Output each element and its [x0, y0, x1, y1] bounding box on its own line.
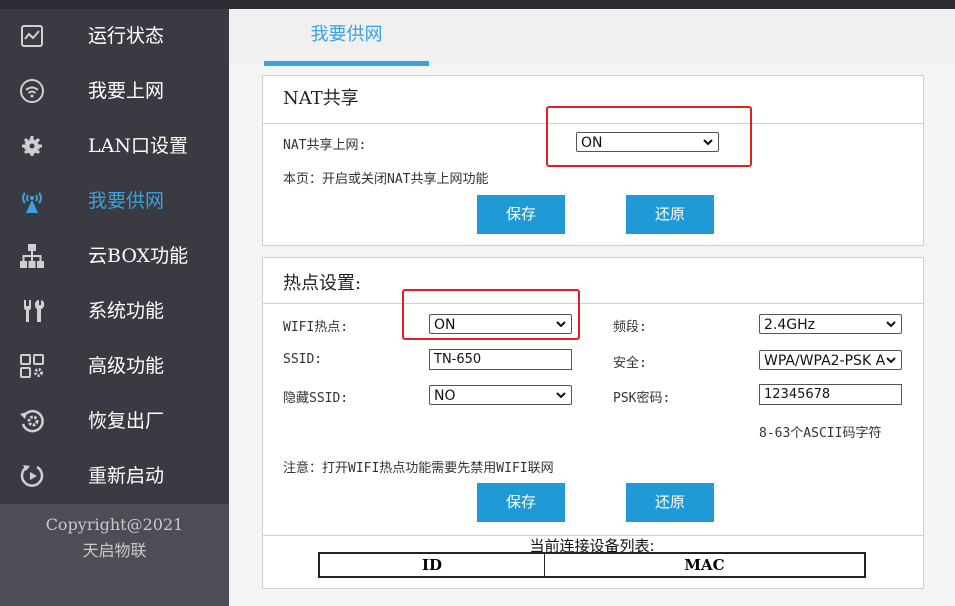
hide-ssid-select[interactable]: NO — [429, 385, 572, 405]
tab-provide-network[interactable]: 我要供网 — [264, 9, 429, 66]
security-label: 安全: — [613, 356, 647, 371]
sidebar-item-label: 恢复出厂 — [88, 410, 165, 432]
chart-screen-icon — [18, 22, 46, 50]
psk-hint: 8-63个ASCII码字符 — [759, 426, 882, 441]
security-select[interactable]: WPA/WPA2-PSK A — [759, 350, 902, 370]
psk-input[interactable]: 12345678 — [759, 384, 902, 405]
sidebar-item-label: 重新启动 — [88, 465, 165, 487]
nat-card-title: NAT共享 — [283, 88, 359, 109]
security-value: WPA/WPA2-PSK A — [764, 353, 886, 369]
nat-share-label: NAT共享上网: — [283, 138, 367, 153]
chevron-down-icon — [886, 321, 896, 328]
network-tree-icon — [18, 242, 46, 270]
sidebar-item-factory-reset[interactable]: 恢复出厂 — [0, 394, 229, 449]
nat-reset-button[interactable]: 还原 — [626, 195, 714, 234]
nat-save-button[interactable]: 保存 — [477, 195, 565, 234]
chevron-down-icon — [556, 392, 566, 399]
gear-icon — [18, 132, 46, 160]
ssid-label: SSID: — [283, 352, 323, 367]
sidebar-item-lan[interactable]: LAN口设置 — [0, 119, 229, 174]
sidebar-item-restart[interactable]: 重新启动 — [0, 449, 229, 504]
table-header-row: ID MAC — [318, 552, 866, 578]
restore-icon — [18, 407, 46, 435]
hide-ssid-value: NO — [434, 388, 456, 404]
column-header-mac: MAC — [544, 552, 866, 578]
device-table: ID MAC — [318, 552, 866, 578]
top-bar — [0, 0, 955, 9]
sidebar-item-label: 我要供网 — [88, 190, 165, 212]
sidebar-item-label: 高级功能 — [88, 355, 165, 377]
sidebar-item-status[interactable]: 运行状态 — [0, 9, 229, 64]
copyright-line: Copyright@2021 — [45, 515, 184, 534]
band-value: 2.4GHz — [764, 317, 815, 333]
sidebar-item-internet[interactable]: 我要上网 — [0, 64, 229, 119]
sidebar-item-cloud-box[interactable]: 云BOX功能 — [0, 229, 229, 284]
nat-description: 本页：开启或关闭NAT共享上网功能 — [283, 172, 489, 187]
hide-ssid-label: 隐藏SSID: — [283, 391, 349, 406]
copyright: Copyright@2021 天启物联 — [0, 504, 229, 606]
divider — [263, 303, 923, 304]
sidebar-item-advanced[interactable]: 高级功能 — [0, 339, 229, 394]
sidebar-item-system[interactable]: 系统功能 — [0, 284, 229, 339]
wifi-hotspot-label: WIFI热点: — [283, 320, 349, 335]
hotspot-save-button[interactable]: 保存 — [477, 483, 565, 522]
sidebar: 运行状态 我要上网 LAN口设置 我要供网 云BOX功能 系统功能 高级功能 恢… — [0, 9, 229, 606]
sidebar-item-label: LAN口设置 — [88, 135, 188, 157]
broadcast-antenna-icon — [18, 187, 46, 215]
sidebar-nav: 运行状态 我要上网 LAN口设置 我要供网 云BOX功能 系统功能 高级功能 恢… — [0, 9, 229, 504]
hotspot-reset-button[interactable]: 还原 — [626, 483, 714, 522]
sidebar-item-provide-network[interactable]: 我要供网 — [0, 174, 229, 229]
psk-label: PSK密码: — [613, 391, 671, 406]
copyright-company: 天启物联 — [82, 541, 147, 560]
tools-icon — [18, 297, 46, 325]
wifi-icon — [18, 77, 46, 105]
sidebar-item-label: 云BOX功能 — [88, 245, 189, 267]
ssid-input[interactable]: TN-650 — [429, 349, 572, 370]
sidebar-item-label: 系统功能 — [88, 300, 165, 322]
highlight-box — [402, 289, 580, 340]
band-label: 频段: — [613, 320, 647, 335]
sidebar-item-label: 运行状态 — [88, 25, 165, 47]
chevron-down-icon — [885, 354, 897, 366]
band-select[interactable]: 2.4GHz — [759, 314, 902, 334]
grid-settings-icon — [18, 352, 46, 380]
hotspot-note: 注意：打开WIFI热点功能需要先禁用WIFI联网 — [283, 461, 554, 476]
column-header-id: ID — [318, 552, 545, 578]
tab-bar: 我要供网 — [229, 9, 955, 66]
highlight-box — [546, 106, 752, 167]
restart-icon — [18, 462, 46, 490]
sidebar-item-label: 我要上网 — [88, 80, 165, 102]
